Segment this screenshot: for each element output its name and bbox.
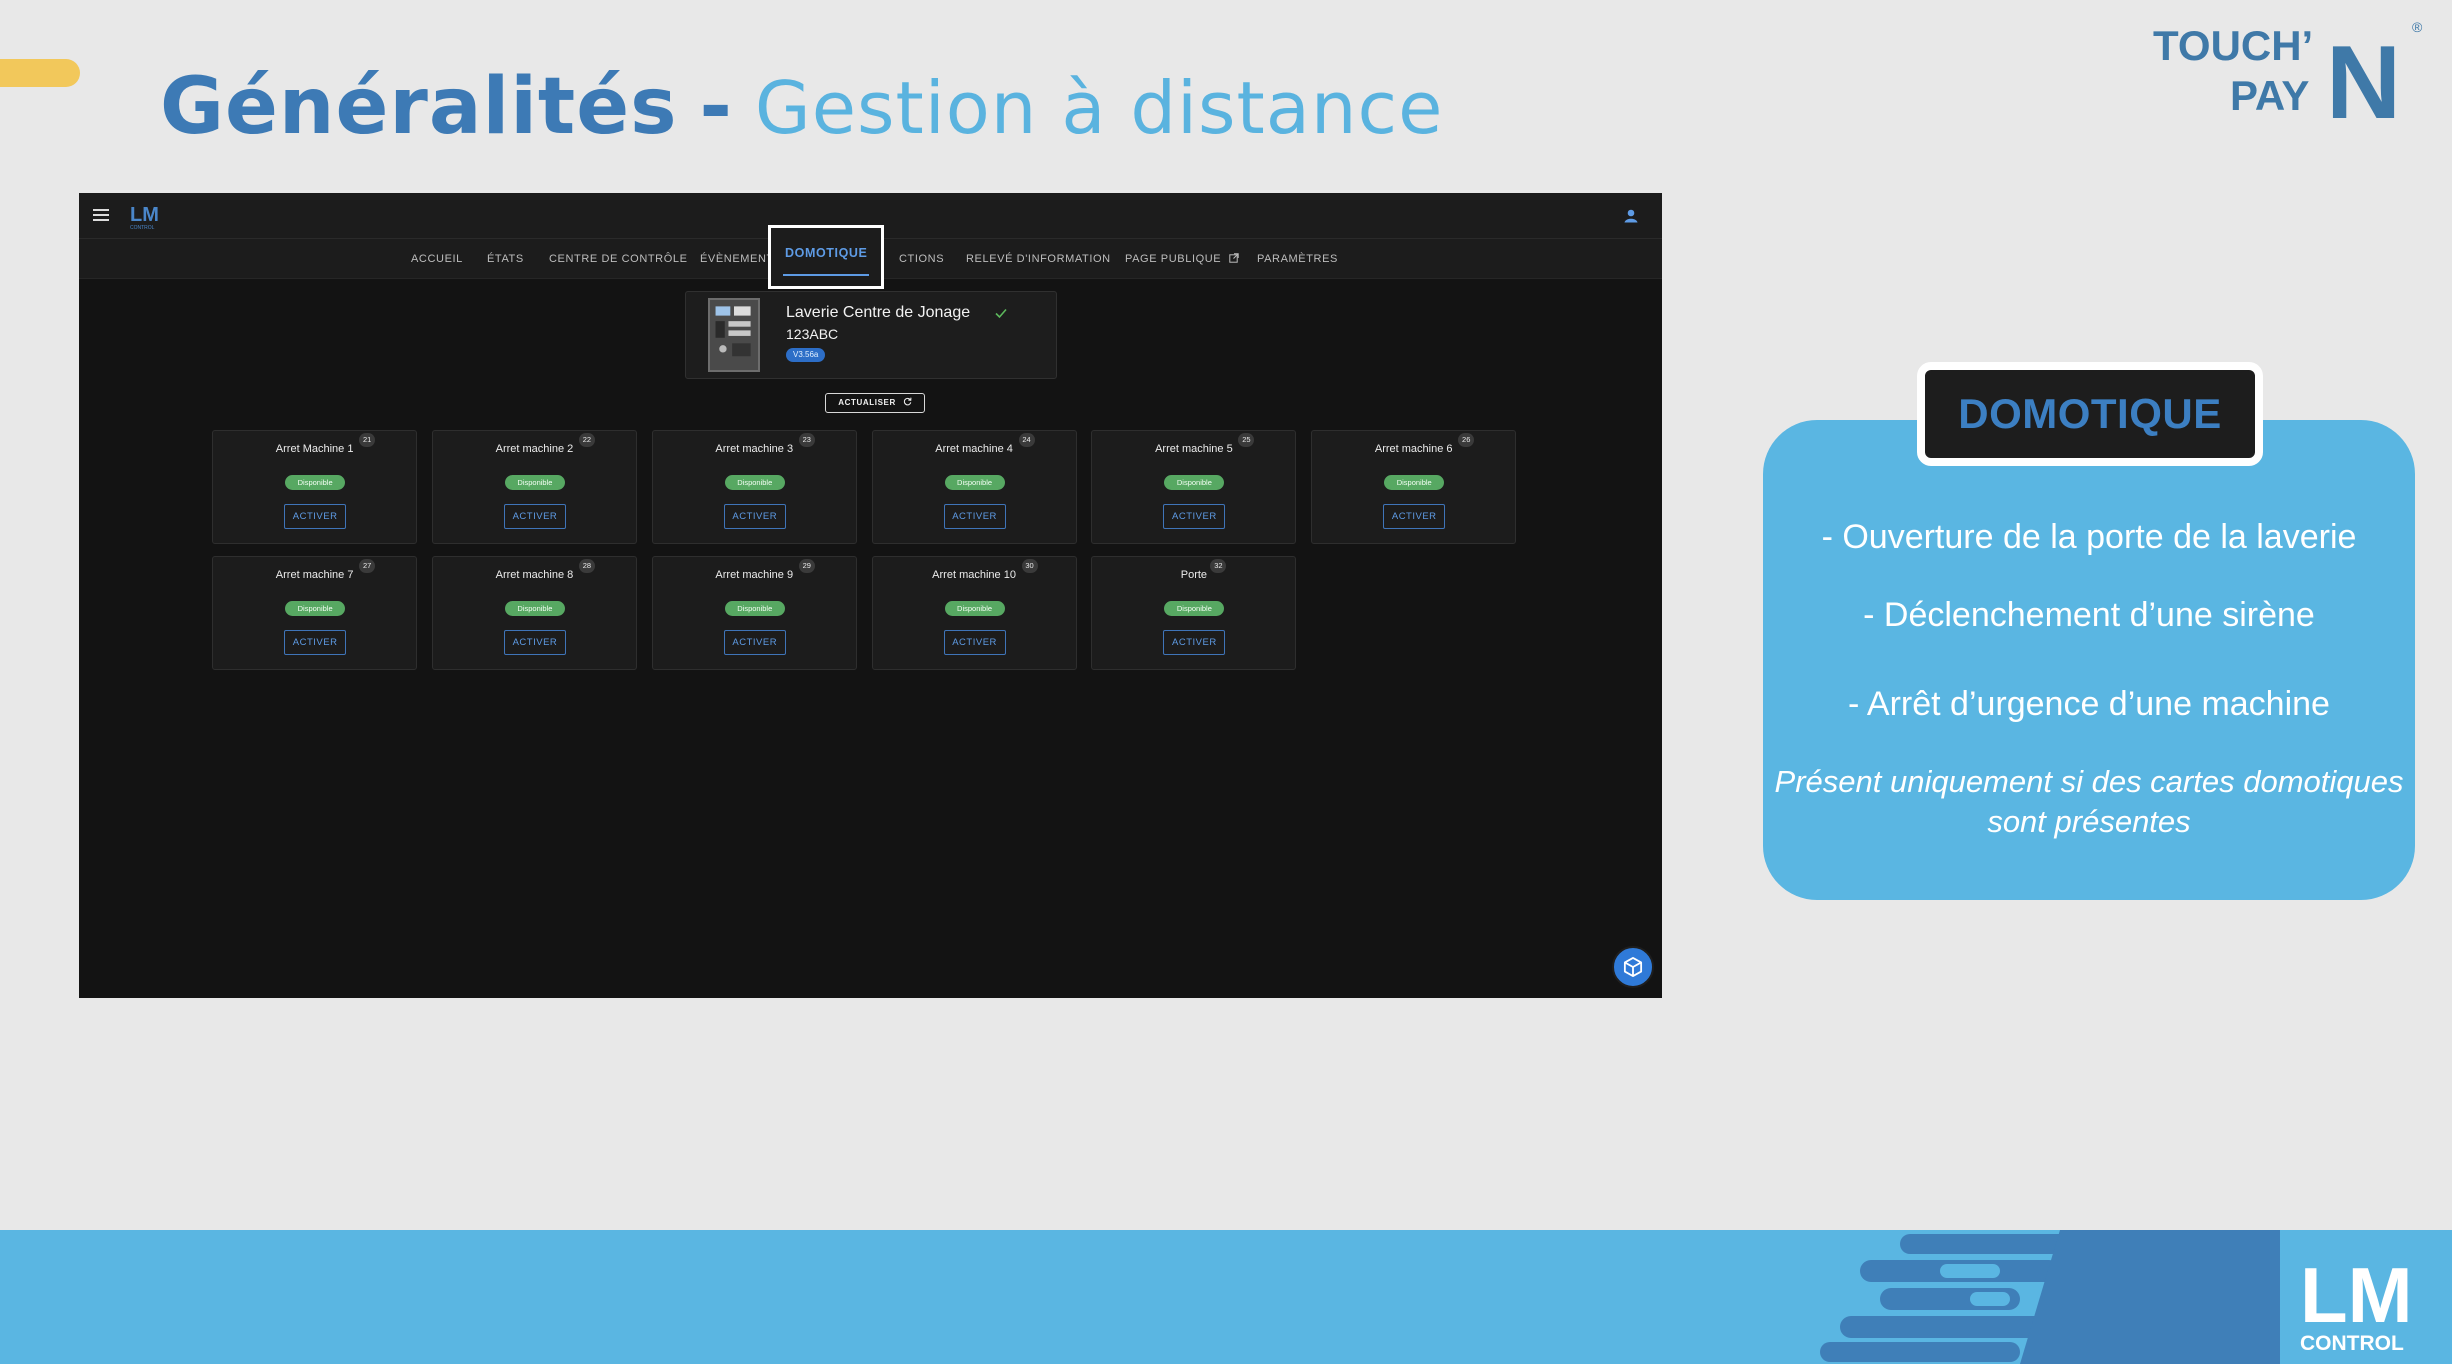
- tile-id-badge: 29: [798, 558, 815, 573]
- tile-id-badge: 23: [798, 432, 815, 447]
- brand-line2: PAY: [2230, 72, 2309, 119]
- title-main: Généralités: [160, 62, 678, 152]
- tile-id-badge: 26: [1458, 432, 1475, 447]
- domotique-tile: Arret machine 9 29 Disponible ACTIVER: [651, 555, 857, 670]
- footer-logo-sub: CONTROL: [2300, 1332, 2404, 1355]
- status-badge: Disponible: [724, 474, 785, 490]
- tile-id-badge: 25: [1238, 432, 1255, 447]
- panel-item-siren: - Déclenchement d’une sirène: [1863, 596, 2315, 634]
- activate-button[interactable]: ACTIVER: [284, 503, 347, 529]
- tile-name: Arret machine 10: [932, 568, 1016, 581]
- domotique-tile: Arret machine 3 23 Disponible ACTIVER: [651, 429, 857, 544]
- accent-bar: [0, 59, 80, 87]
- tile-name: Arret machine 2: [495, 442, 574, 455]
- activate-button[interactable]: ACTIVER: [1163, 503, 1226, 529]
- tile-name: Arret machine 8: [495, 568, 574, 581]
- footer-decoration: [1820, 1230, 2280, 1364]
- tile-name: Arret machine 4: [935, 442, 1013, 455]
- slide-title: Généralités - Gestion à distance: [160, 62, 1443, 152]
- help-fab-button[interactable]: [1612, 946, 1654, 988]
- domotique-tile: Arret Machine 1 21 Disponible ACTIVER: [212, 429, 418, 544]
- tile-id-badge: 27: [359, 558, 376, 573]
- domotique-tiles: Arret Machine 1 21 Disponible ACTIVER Arret …: [79, 193, 1662, 998]
- domotique-tile: Arret machine 2 22 Disponible ACTIVER: [431, 429, 637, 544]
- domotique-tile: Arret machine 5 25 Disponible ACTIVER: [1091, 429, 1297, 544]
- panel-note: Présent uniquement si des cartes domotiq…: [1774, 764, 2404, 839]
- activate-button[interactable]: ACTIVER: [503, 503, 566, 529]
- brand-line1: TOUCH’: [2153, 22, 2313, 69]
- title-separator: -: [699, 62, 733, 152]
- domotique-tile: Porte 32 Disponible ACTIVER: [1091, 555, 1297, 670]
- tile-id-badge: 22: [578, 432, 595, 447]
- tile-name: Arret Machine 1: [275, 442, 354, 455]
- title-sub: Gestion à distance: [754, 66, 1444, 150]
- tile-id-badge: 24: [1018, 432, 1035, 447]
- tile-id-badge: 32: [1210, 558, 1227, 573]
- status-badge: Disponible: [944, 600, 1005, 616]
- status-badge: Disponible: [1164, 600, 1225, 616]
- tile-name: Arret machine 6: [1374, 442, 1453, 455]
- status-badge: Disponible: [944, 474, 1005, 490]
- domotique-tile: Arret machine 8 28 Disponible ACTIVER: [431, 555, 637, 670]
- status-badge: Disponible: [285, 474, 346, 490]
- tile-name: Arret machine 3: [715, 442, 794, 455]
- panel-item-emergency-stop: - Arrêt d’urgence d’une machine: [1848, 685, 2330, 723]
- activate-button[interactable]: ACTIVER: [943, 629, 1006, 655]
- status-badge: Disponible: [724, 600, 785, 616]
- tile-name: Arret machine 9: [715, 568, 794, 581]
- activate-button[interactable]: ACTIVER: [284, 629, 347, 655]
- status-badge: Disponible: [504, 474, 565, 490]
- status-badge: Disponible: [1164, 474, 1225, 490]
- activate-button[interactable]: ACTIVER: [503, 629, 566, 655]
- tile-id-badge: 30: [1021, 558, 1038, 573]
- activate-button[interactable]: ACTIVER: [1163, 629, 1226, 655]
- tile-id-badge: 28: [578, 558, 595, 573]
- activate-button[interactable]: ACTIVER: [723, 629, 786, 655]
- domotique-tile: Arret machine 6 26 Disponible ACTIVER: [1311, 429, 1517, 544]
- status-badge: Disponible: [1384, 474, 1445, 490]
- touchnpay-logo: TOUCH’ PAY N ®: [2153, 19, 2423, 128]
- activate-button[interactable]: ACTIVER: [723, 503, 786, 529]
- activate-button[interactable]: ACTIVER: [1383, 503, 1446, 529]
- lm-control-footer-logo: LM CONTROL: [2300, 1252, 2413, 1355]
- panel-item-door: - Ouverture de la porte de la laverie: [1821, 518, 2357, 556]
- tile-name: Arret machine 7: [275, 568, 354, 581]
- panel-title: DOMOTIQUE: [1917, 362, 2263, 466]
- tile-id-badge: 21: [359, 432, 376, 447]
- tile-name: Porte: [1180, 568, 1208, 581]
- status-badge: Disponible: [504, 600, 565, 616]
- domotique-tile: Arret machine 10 30 Disponible ACTIVER: [871, 555, 1077, 670]
- brand-registered: ®: [2412, 19, 2423, 35]
- status-badge: Disponible: [285, 600, 346, 616]
- tile-name: Arret machine 5: [1155, 442, 1233, 455]
- footer-band: LM CONTROL: [0, 1230, 2452, 1364]
- domotique-tile: Arret machine 4 24 Disponible ACTIVER: [871, 429, 1077, 544]
- brand-big-letter: N: [2326, 25, 2401, 128]
- activate-button[interactable]: ACTIVER: [943, 503, 1006, 529]
- domotique-tile: Arret machine 7 27 Disponible ACTIVER: [212, 555, 418, 670]
- app-window: LM CONTROL ACCUEIL ÉTATS CENTRE DE CONTR…: [79, 193, 1662, 998]
- footer-logo-text: LM: [2300, 1252, 2413, 1339]
